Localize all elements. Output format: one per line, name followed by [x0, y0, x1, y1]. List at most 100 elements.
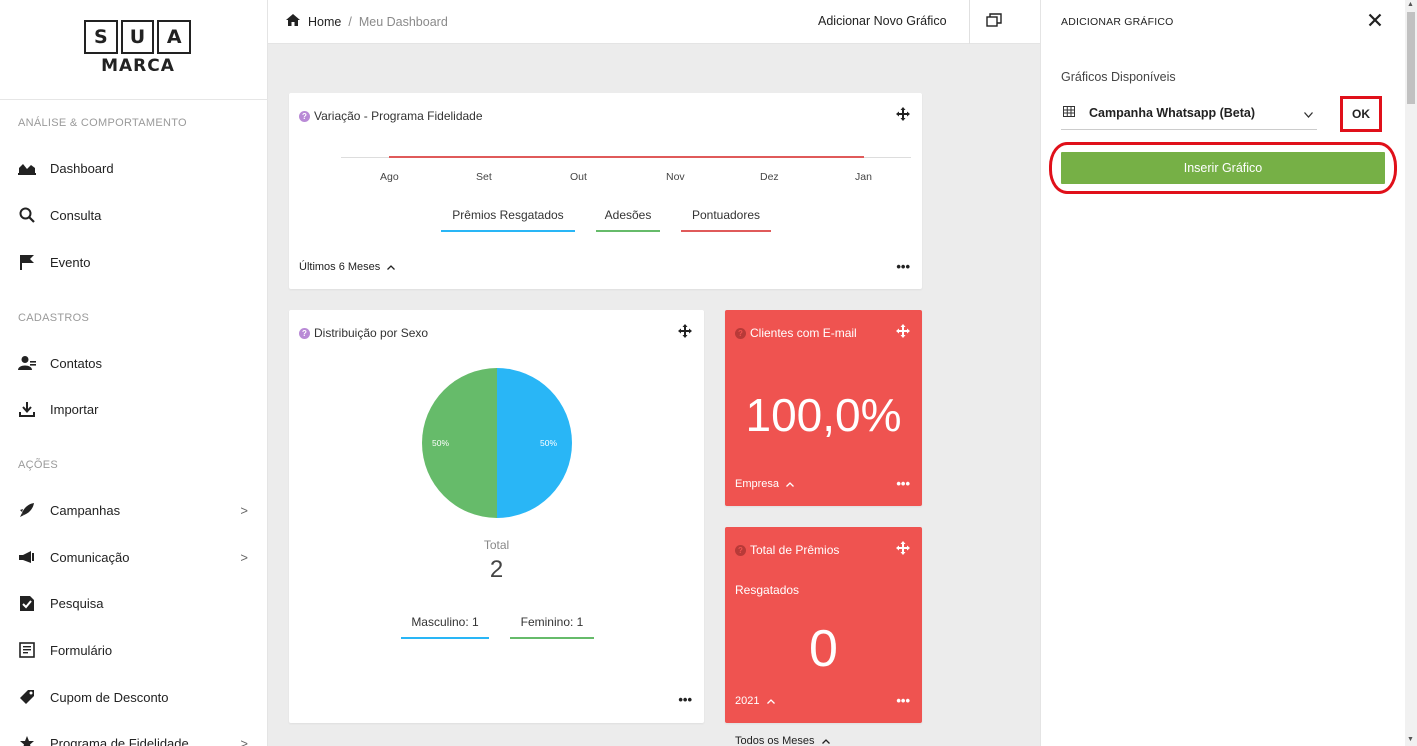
logo-word: MARCA	[101, 56, 175, 76]
period-selector[interactable]: 2021	[735, 695, 775, 707]
sidebar-item-campanhas[interactable]: Campanhas >	[16, 498, 252, 522]
legend-item-masculino[interactable]: Masculino: 1	[401, 615, 489, 639]
contacts-icon	[16, 355, 38, 371]
legend-item-feminino[interactable]: Feminino: 1	[510, 615, 594, 639]
sidebar-item-label: Contatos	[50, 355, 103, 371]
scrollbar[interactable]: ▲ ▼	[1405, 0, 1417, 746]
sidebar-item-evento[interactable]: Evento	[16, 250, 252, 274]
scroll-down-arrow-icon[interactable]: ▼	[1407, 736, 1414, 743]
sidebar: S U A MARCA ANÁLISE & COMPORTAMENTO Dash…	[0, 0, 268, 746]
pie-slice-masculino[interactable]	[497, 368, 572, 518]
section-title-acoes: AÇÕES	[18, 459, 59, 471]
sidebar-item-label: Importar	[50, 401, 99, 417]
period-selector[interactable]: Todos os Meses	[735, 735, 830, 746]
sidebar-item-label: Cupom de Desconto	[50, 689, 169, 705]
panel-title: ADICIONAR GRÁFICO	[1061, 16, 1174, 28]
more-options-button[interactable]: •••	[896, 693, 910, 708]
chevron-up-icon	[387, 261, 396, 273]
sidebar-item-label: Evento	[50, 254, 91, 270]
chevron-up-icon	[766, 695, 775, 707]
sidebar-item-label: Programa de Fidelidade	[50, 735, 189, 746]
search-icon	[16, 207, 38, 223]
flag-icon	[16, 254, 38, 270]
top-bar: Home / Meu Dashboard Adicionar Novo Gráf…	[268, 0, 1040, 44]
star-icon	[16, 735, 38, 746]
chart-area-icon	[16, 161, 38, 175]
sidebar-item-cupom[interactable]: Cupom de Desconto	[16, 685, 252, 709]
close-icon[interactable]	[1368, 13, 1382, 32]
breadcrumb-current: Meu Dashboard	[358, 14, 448, 29]
help-icon[interactable]: ?	[735, 327, 746, 339]
sidebar-item-dashboard[interactable]: Dashboard	[16, 156, 252, 180]
sidebar-item-importar[interactable]: Importar	[16, 397, 252, 421]
scrollbar-thumb[interactable]	[1407, 12, 1415, 104]
period-selector[interactable]: Últimos 6 Meses	[299, 261, 396, 273]
more-options-button[interactable]: •••	[896, 259, 910, 274]
window-restore-icon[interactable]	[986, 13, 1002, 32]
chevron-right-icon: >	[240, 549, 248, 565]
sidebar-item-label: Formulário	[50, 642, 113, 658]
insert-chart-button[interactable]: Inserir Gráfico	[1061, 152, 1385, 184]
help-icon[interactable]: ?	[735, 544, 746, 556]
home-icon[interactable]	[286, 14, 300, 29]
pie-label: 50%	[432, 438, 449, 448]
sidebar-item-label: Dashboard	[50, 160, 114, 176]
card-title-text: Clientes com E-mail	[750, 326, 857, 340]
logo-letter: S	[84, 20, 118, 54]
sidebar-item-label: Pesquisa	[50, 595, 104, 611]
loyalty-variation-card: ? Variação - Programa Fidelidade Ago Set…	[289, 93, 922, 289]
sidebar-item-formulario[interactable]: Formulário	[16, 638, 252, 662]
legend-item-premios[interactable]: Prêmios Resgatados	[441, 208, 575, 232]
scroll-up-arrow-icon[interactable]: ▲	[1407, 1, 1414, 8]
card-title-text: Distribuição por Sexo	[314, 326, 429, 340]
more-options-button[interactable]: •••	[678, 692, 692, 707]
logo-letter: A	[157, 20, 192, 54]
sidebar-item-comunicacao[interactable]: Comunicação >	[16, 545, 252, 569]
pie-chart: 50% 50%	[422, 368, 572, 523]
sidebar-item-contatos[interactable]: Contatos	[16, 351, 252, 375]
sidebar-item-fidelidade[interactable]: Programa de Fidelidade >	[16, 731, 252, 746]
available-charts-label: Gráficos Disponíveis	[1061, 70, 1176, 84]
divider	[0, 99, 268, 100]
more-options-button[interactable]: •••	[896, 476, 910, 491]
tag-icon	[16, 689, 38, 705]
month-label: Out	[570, 171, 587, 183]
breadcrumb: Home / Meu Dashboard	[286, 14, 448, 29]
chevron-right-icon: >	[240, 735, 248, 746]
section-title-cadastros: CADASTROS	[18, 312, 90, 324]
move-icon[interactable]	[896, 324, 910, 343]
month-label: Dez	[760, 171, 779, 183]
month-label: Jan	[855, 171, 872, 183]
help-icon[interactable]: ?	[299, 327, 310, 339]
month-label: Set	[476, 171, 492, 183]
gender-distribution-card: ? Distribuição por Sexo 50% 50% Total 2 …	[289, 310, 704, 723]
chart-select-value: Campanha Whatsapp (Beta)	[1089, 105, 1255, 120]
help-icon[interactable]: ?	[299, 110, 310, 122]
legend-item-pontuadores[interactable]: Pontuadores	[681, 208, 771, 232]
sidebar-item-consulta[interactable]: Consulta	[16, 203, 252, 227]
chevron-up-icon	[821, 735, 830, 746]
metric-value: 0	[809, 620, 838, 678]
divider	[969, 0, 970, 44]
breadcrumb-home-link[interactable]: Home	[308, 15, 341, 29]
add-new-chart-link[interactable]: Adicionar Novo Gráfico	[818, 14, 947, 28]
ok-button[interactable]: OK	[1340, 96, 1382, 132]
period-label: 2021	[735, 695, 760, 707]
section-title-analysis: ANÁLISE & COMPORTAMENTO	[18, 117, 187, 129]
move-icon[interactable]	[896, 107, 910, 126]
total-label: Total	[483, 538, 510, 552]
chart-select[interactable]: Campanha Whatsapp (Beta)	[1061, 96, 1317, 130]
legend-item-adesoes[interactable]: Adesões	[596, 208, 660, 232]
sidebar-item-label: Consulta	[50, 207, 102, 223]
chevron-up-icon	[786, 478, 795, 490]
period-label: Todos os Meses	[735, 735, 815, 746]
rocket-icon	[16, 502, 38, 518]
card-title: ? Clientes com E-mail	[735, 326, 857, 340]
period-selector[interactable]: Empresa	[735, 478, 795, 490]
card-title: ? Variação - Programa Fidelidade	[299, 109, 483, 123]
move-icon[interactable]	[896, 541, 910, 560]
sidebar-item-pesquisa[interactable]: Pesquisa	[16, 591, 252, 615]
move-icon[interactable]	[678, 324, 692, 343]
brand-logo[interactable]: S U A MARCA	[84, 20, 194, 76]
email-clients-card: ? Clientes com E-mail 100,0% Empresa •••	[725, 310, 922, 506]
